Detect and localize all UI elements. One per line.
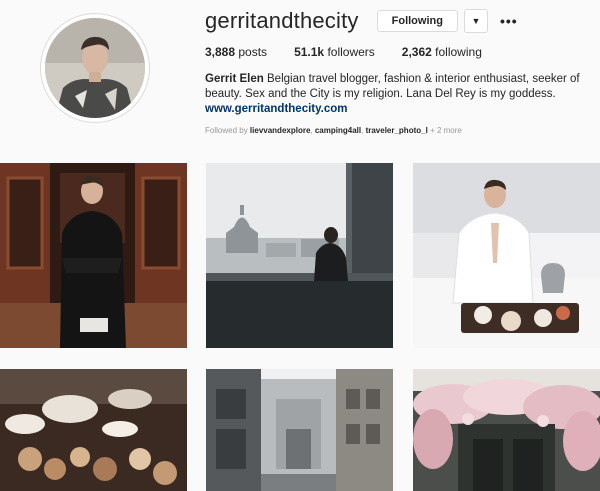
posts-count: 3,888 [205,45,236,59]
posts-label: posts [238,45,268,59]
followers-stat[interactable]: 51.1k followers [294,45,375,59]
post-thumbnail[interactable] [0,369,187,491]
bio-full-name: Gerrit Elen [205,73,264,85]
post-image [413,369,600,491]
followed-by-more[interactable]: + 2 more [430,126,462,135]
following-button[interactable]: Following [376,10,458,32]
followed-by-user[interactable]: camping4all [315,126,361,135]
following-stat[interactable]: 2,362 following [402,45,482,59]
profile-bio: Gerrit Elen Belgian travel blogger, fash… [205,72,597,102]
followed-by-user[interactable]: traveler_photo_l [366,126,428,135]
profile-avatar-ring[interactable] [40,13,150,123]
posts-stat: 3,888 posts [205,45,267,59]
post-image [0,163,187,348]
profile-header: gerritandthecity Following ▼ ••• [205,8,518,34]
followers-label: followers [327,45,375,59]
chevron-down-icon: ▼ [471,16,481,26]
post-thumbnail[interactable] [206,163,393,348]
profile-stats: 3,888 posts 51.1k followers 2,362 follow… [205,45,509,59]
post-thumbnail[interactable] [413,163,600,348]
avatar[interactable] [45,18,145,118]
following-count: 2,362 [401,45,432,59]
post-image [0,369,187,491]
post-thumbnail[interactable] [0,163,187,348]
post-image [206,369,393,491]
post-thumbnail[interactable] [413,369,600,491]
followed-by: Followed by lievvandexplore, camping4all… [205,126,462,135]
followed-by-user[interactable]: lievvandexplore [250,126,310,135]
followed-by-prefix: Followed by [205,126,248,135]
post-image [413,163,600,348]
profile-username: gerritandthecity [205,8,359,33]
more-options-icon[interactable]: ••• [500,13,518,29]
profile-website-link[interactable]: www.gerritandthecity.com [205,103,348,115]
suggestions-dropdown-button[interactable]: ▼ [463,9,488,33]
post-image [206,163,393,348]
following-label: following [435,45,482,59]
followers-count: 51.1k [294,45,325,59]
post-thumbnail[interactable] [206,369,393,491]
avatar-photo [45,18,145,118]
